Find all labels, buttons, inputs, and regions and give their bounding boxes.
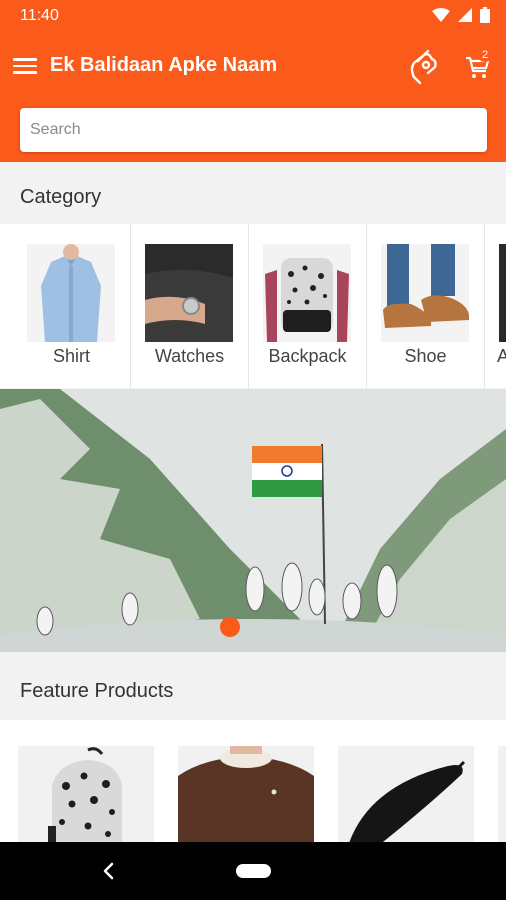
category-label: Backpack	[268, 346, 347, 366]
product-card-backpack[interactable]	[18, 746, 154, 842]
back-icon[interactable]	[98, 861, 118, 881]
feature-products-title: Feature Products	[20, 680, 174, 702]
search-input[interactable]	[20, 108, 480, 152]
status-icons	[432, 7, 490, 23]
menu-icon[interactable]	[13, 55, 37, 75]
category-label: Shirt	[52, 346, 90, 366]
sweater-product-image	[178, 746, 314, 842]
category-item-watches[interactable]: Watches	[131, 224, 249, 388]
umbrella-product-image	[338, 746, 474, 842]
search-box[interactable]	[20, 108, 487, 152]
status-bar: 11:40	[0, 0, 506, 32]
category-label: Shoe	[404, 346, 447, 366]
wifi-icon	[432, 8, 450, 22]
system-navigation-bar	[0, 842, 506, 900]
soldiers-flag-mountain-banner[interactable]	[0, 389, 506, 652]
product-card-partial[interactable]	[498, 746, 506, 842]
category-item-shoe[interactable]: Shoe	[367, 224, 485, 388]
category-item-partial[interactable]: A	[485, 224, 506, 388]
backpack-product-image	[18, 746, 154, 842]
category-title: Category	[20, 186, 102, 208]
partial-category-image	[499, 244, 506, 342]
backpack-image	[263, 244, 351, 342]
product-card-sweater[interactable]	[178, 746, 314, 842]
status-time: 11:40	[20, 7, 59, 24]
category-item-backpack[interactable]: Backpack	[249, 224, 367, 388]
category-item-shirt[interactable]: Shirt	[13, 224, 131, 388]
category-label: Watches	[154, 346, 225, 366]
battery-icon	[480, 7, 490, 23]
signal-icon	[458, 8, 472, 22]
category-label: A	[497, 346, 506, 366]
banner-indicator-dot[interactable]	[220, 617, 240, 637]
home-pill-button[interactable]	[236, 864, 271, 878]
cart-count-badge: 2	[478, 48, 492, 62]
shoe-image	[381, 244, 469, 342]
offer-hand-icon[interactable]	[406, 47, 442, 85]
product-card-umbrella[interactable]	[338, 746, 474, 842]
category-list[interactable]: Shirt Watches Backpack Shoe A	[0, 224, 506, 388]
watch-image	[145, 244, 233, 342]
app-title: Ek Balidaan Apke Naam	[50, 54, 278, 76]
shirt-image	[27, 244, 115, 342]
feature-products-list[interactable]	[0, 720, 506, 842]
